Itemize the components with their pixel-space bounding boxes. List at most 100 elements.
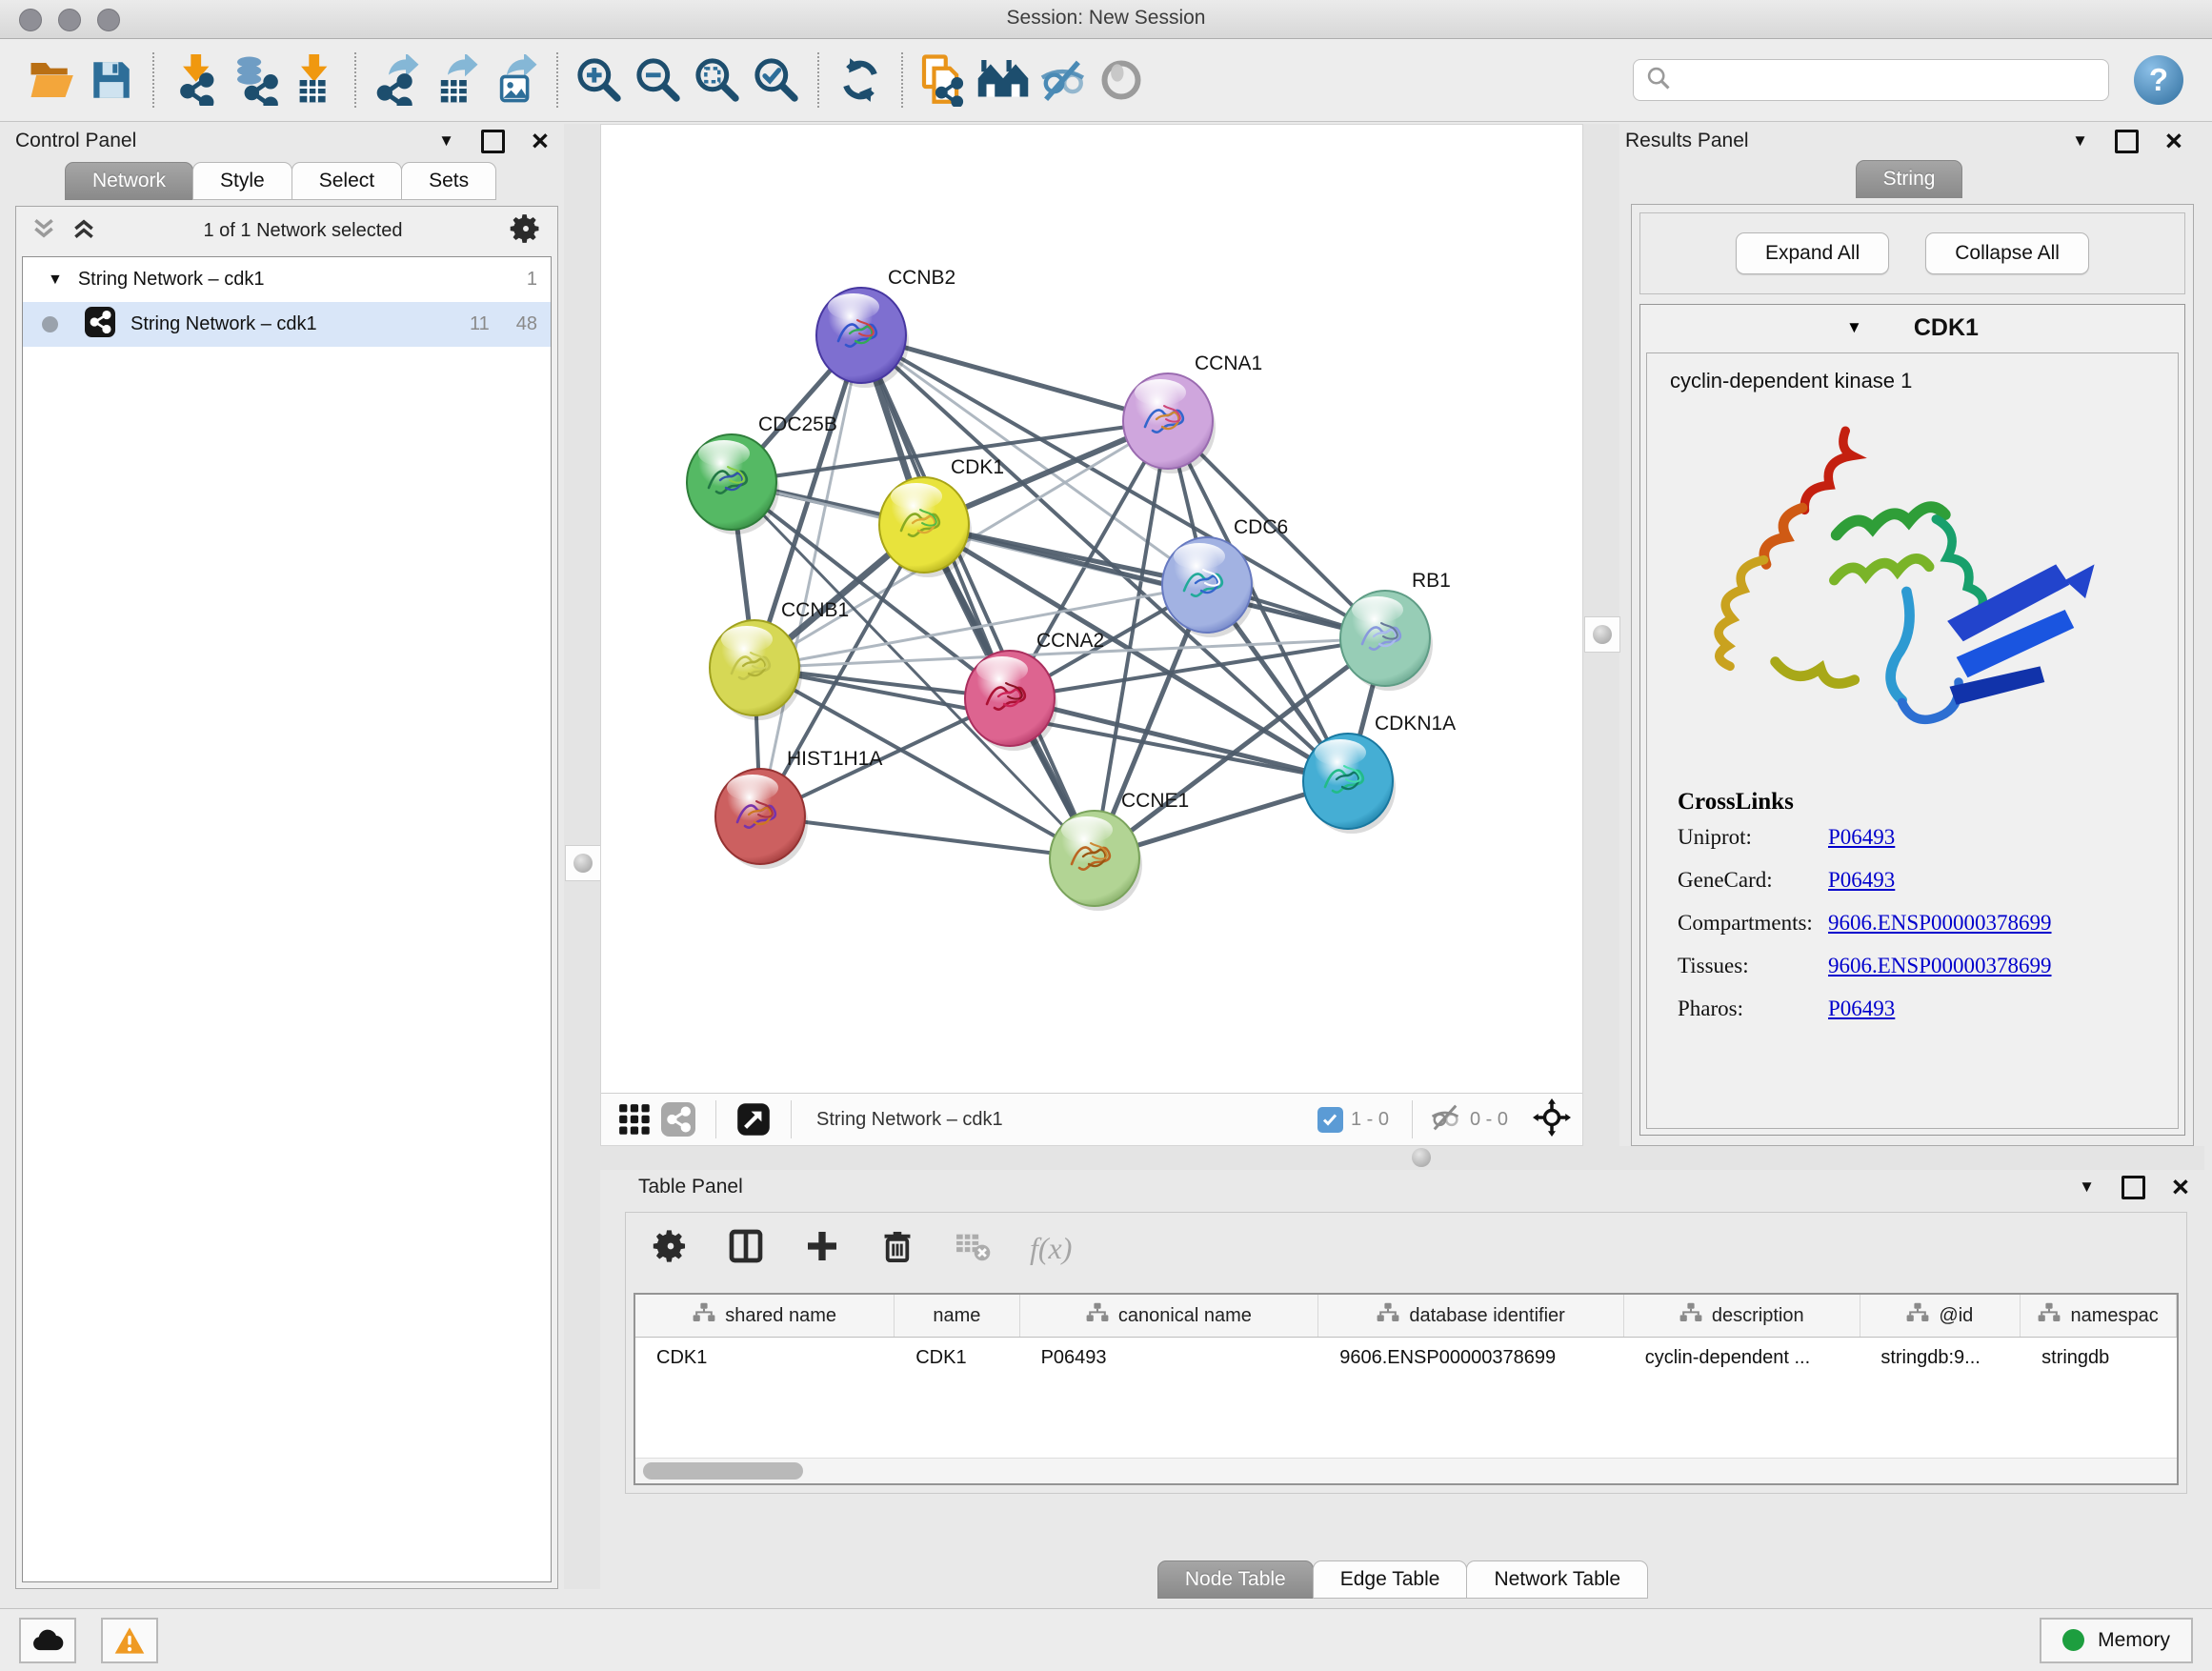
search-input[interactable]	[1672, 69, 2097, 92]
results-collapse-icon[interactable]: ▼	[2072, 131, 2088, 151]
table-hscrollbar[interactable]	[635, 1458, 2177, 1483]
add-column-icon[interactable]	[803, 1227, 841, 1270]
table-collapse-icon[interactable]: ▼	[2079, 1178, 2095, 1197]
expand-all-networks-icon[interactable]	[71, 217, 96, 245]
table-options-gear-icon[interactable]	[653, 1228, 689, 1269]
edge-HIST1H1A-CCNE1[interactable]	[760, 816, 1095, 858]
tab-string[interactable]: String	[1856, 160, 1963, 198]
bottom-splitter-handle[interactable]	[1400, 1148, 1442, 1167]
edge-CDK1-RB1[interactable]	[924, 525, 1385, 638]
zoom-in-icon[interactable]	[570, 50, 629, 111]
tab-sets[interactable]: Sets	[401, 162, 496, 200]
network-collection-row[interactable]: ▼ String Network – cdk1 1	[23, 257, 551, 302]
column-header-database-identifier[interactable]: database identifier	[1318, 1295, 1624, 1337]
open-in-browser-icon[interactable]	[732, 1097, 775, 1141]
crosslink-link[interactable]: P06493	[1828, 868, 1895, 893]
table-row[interactable]: CDK1CDK1P064939606.ENSP00000378699cyclin…	[635, 1338, 2177, 1378]
toggle-sphere-icon[interactable]	[1092, 50, 1151, 111]
save-session-icon[interactable]	[82, 50, 141, 111]
string-home-icon[interactable]	[974, 50, 1033, 111]
import-network-icon[interactable]	[166, 50, 225, 111]
results-close-icon[interactable]: ×	[2165, 131, 2182, 151]
tab-network[interactable]: Network	[65, 162, 193, 200]
expand-all-button[interactable]: Expand All	[1736, 232, 1889, 274]
network-options-gear-icon[interactable]	[510, 212, 542, 250]
hide-unhide-icon[interactable]	[1033, 50, 1092, 111]
table-cell[interactable]: CDK1	[895, 1338, 1019, 1378]
function-builder-icon[interactable]: f(x)	[1030, 1231, 1072, 1266]
zoom-out-icon[interactable]	[629, 50, 688, 111]
node-CDK1[interactable]	[879, 477, 972, 577]
import-table-icon[interactable]	[284, 50, 343, 111]
node-CCNB1[interactable]	[710, 620, 802, 720]
edge-CCNB2-HIST1H1A[interactable]	[760, 335, 861, 816]
table-cell[interactable]: P06493	[1020, 1338, 1319, 1378]
tree-expand-icon[interactable]: ▼	[48, 272, 63, 289]
node-HIST1H1A[interactable]	[715, 769, 808, 869]
results-float-icon[interactable]	[2115, 130, 2139, 153]
table-cell[interactable]: 9606.ENSP00000378699	[1318, 1338, 1624, 1378]
crosslink-link[interactable]: P06493	[1828, 825, 1895, 850]
export-table-icon[interactable]	[427, 50, 486, 111]
panel-float-icon[interactable]	[481, 130, 505, 153]
column-header--id[interactable]: @id	[1860, 1295, 2021, 1337]
memory-button[interactable]: Memory	[2040, 1618, 2193, 1663]
table-cell[interactable]: stringdb:9...	[1860, 1338, 2021, 1378]
import-database-icon[interactable]	[225, 50, 284, 111]
tab-node-table[interactable]: Node Table	[1157, 1560, 1314, 1599]
fit-content-crosshair-icon[interactable]	[1533, 1098, 1571, 1141]
collapse-all-button[interactable]: Collapse All	[1925, 232, 2089, 274]
search-box[interactable]	[1633, 59, 2109, 101]
table-float-icon[interactable]	[2122, 1176, 2145, 1199]
hidden-eye-icon[interactable]	[1428, 1102, 1462, 1137]
birds-eye-view-icon[interactable]	[613, 1097, 656, 1141]
table-close-icon[interactable]: ×	[2172, 1178, 2189, 1197]
node-CCNA1[interactable]	[1123, 373, 1216, 473]
hscrollbar-thumb[interactable]	[643, 1462, 803, 1480]
show-columns-icon[interactable]	[727, 1227, 765, 1270]
node-CCNE1[interactable]	[1050, 811, 1142, 911]
selected-checkbox-icon[interactable]	[1317, 1107, 1343, 1133]
column-header-description[interactable]: description	[1624, 1295, 1860, 1337]
tab-edge-table[interactable]: Edge Table	[1313, 1560, 1468, 1599]
export-image-icon[interactable]	[486, 50, 545, 111]
export-network-icon[interactable]	[368, 50, 427, 111]
right-splitter[interactable]	[1583, 124, 1619, 1146]
collapse-all-networks-icon[interactable]	[31, 217, 56, 245]
tab-network-table[interactable]: Network Table	[1466, 1560, 1648, 1599]
network-row[interactable]: String Network – cdk1 11 48	[23, 302, 551, 347]
node-CCNA2[interactable]	[965, 651, 1057, 751]
network-canvas[interactable]: CCNB2CCNA1CDC25BCDK1CDC6RB1CCNB1CCNA2CDK…	[601, 125, 1582, 1093]
delete-table-icon[interactable]	[954, 1228, 992, 1269]
column-header-canonical-name[interactable]: canonical name	[1020, 1295, 1319, 1337]
delete-column-trash-icon[interactable]	[879, 1228, 915, 1269]
edge-CCNB2-CCNE1[interactable]	[861, 335, 1095, 858]
help-button[interactable]: ?	[2134, 55, 2183, 105]
crosslink-link[interactable]: 9606.ENSP00000378699	[1828, 954, 2052, 978]
warning-status-button[interactable]	[101, 1618, 158, 1663]
column-header-name[interactable]: name	[895, 1295, 1019, 1337]
table-cell[interactable]: CDK1	[635, 1338, 895, 1378]
table-cell[interactable]: cyclin-dependent ...	[1624, 1338, 1860, 1378]
gene-collapse-icon[interactable]: ▼	[1846, 318, 1862, 337]
crosslink-link[interactable]: 9606.ENSP00000378699	[1828, 911, 2052, 936]
table-cell[interactable]: stringdb	[2021, 1338, 2177, 1378]
left-splitter-handle[interactable]	[565, 845, 601, 881]
column-header-namespac[interactable]: namespac	[2021, 1295, 2177, 1337]
right-splitter-handle[interactable]	[1584, 616, 1620, 653]
node-CDC25B[interactable]	[687, 434, 779, 534]
panel-collapse-icon[interactable]: ▼	[438, 131, 454, 151]
zoom-selected-icon[interactable]	[747, 50, 806, 111]
tab-select[interactable]: Select	[292, 162, 402, 200]
bottom-splitter[interactable]	[600, 1146, 2204, 1170]
zoom-fit-icon[interactable]	[688, 50, 747, 111]
share-document-icon[interactable]	[915, 50, 974, 111]
column-header-shared-name[interactable]: shared name	[635, 1295, 895, 1337]
gene-section-header[interactable]: ▼ CDK1	[1640, 305, 2184, 351]
node-CDKN1A[interactable]	[1303, 734, 1396, 834]
cloud-status-button[interactable]	[19, 1618, 76, 1663]
string-style-icon[interactable]	[656, 1097, 700, 1141]
open-session-icon[interactable]	[23, 50, 82, 111]
crosslink-link[interactable]: P06493	[1828, 997, 1895, 1021]
panel-close-icon[interactable]: ×	[532, 131, 549, 151]
